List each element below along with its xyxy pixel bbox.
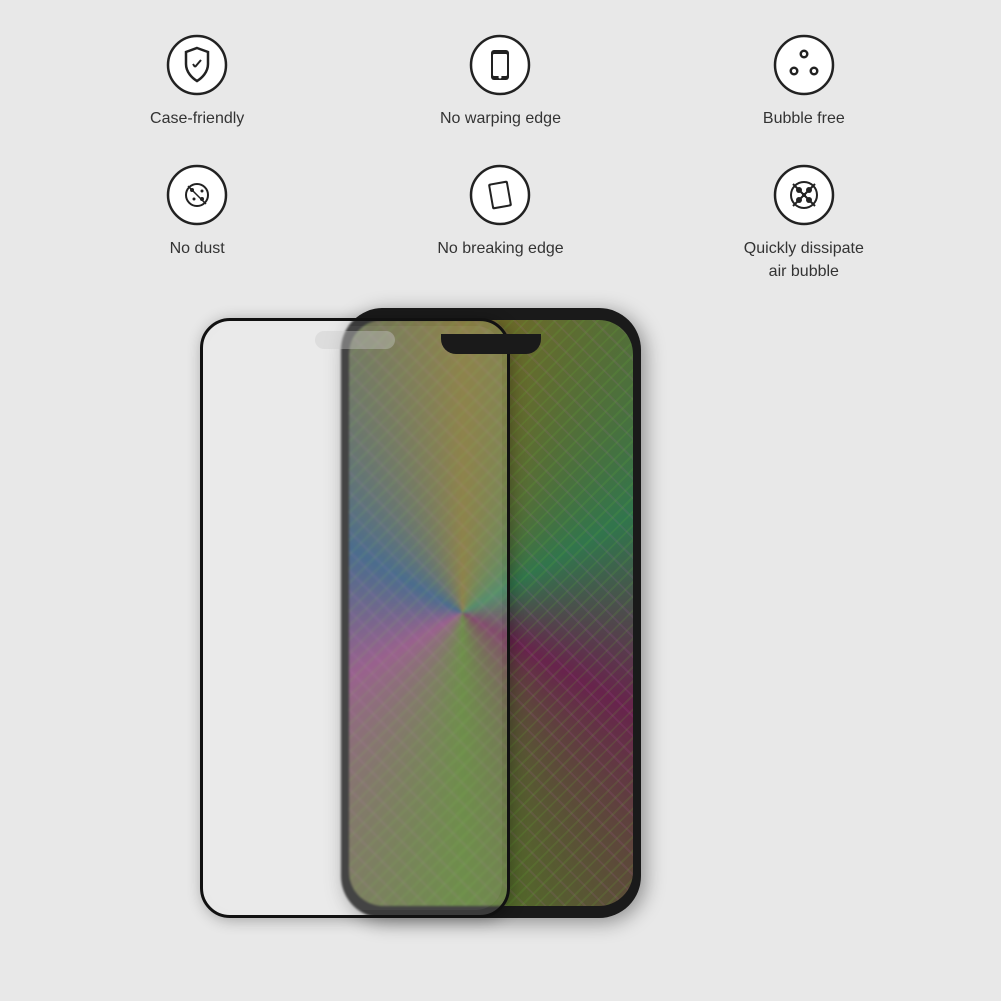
- feature-no-warping: No warping edge: [354, 20, 647, 140]
- protector-notch: [315, 331, 395, 349]
- feature-no-breaking-label: No breaking edge: [437, 238, 563, 260]
- phone-notch: [441, 334, 541, 354]
- no-warping-icon: [465, 30, 535, 100]
- case-friendly-icon: [162, 30, 232, 100]
- feature-bubble-free: Bubble free: [657, 20, 950, 140]
- protector-inner: [208, 326, 502, 910]
- dissipate-icon: [769, 160, 839, 230]
- feature-bubble-free-label: Bubble free: [763, 108, 845, 130]
- feature-no-dust: No dust: [51, 150, 344, 293]
- feature-no-dust-label: No dust: [170, 238, 225, 260]
- no-dust-icon: [162, 160, 232, 230]
- feature-quickly-dissipate: Quickly dissipateair bubble: [657, 150, 950, 293]
- feature-case-friendly: Case-friendly: [51, 20, 344, 140]
- product-image-section: [0, 308, 1001, 928]
- features-grid: Case-friendly No warping edge: [51, 20, 951, 293]
- feature-no-breaking: No breaking edge: [354, 150, 647, 293]
- bubble-free-icon: [769, 30, 839, 100]
- screen-protector: [200, 318, 510, 918]
- feature-dissipate-label: Quickly dissipateair bubble: [744, 238, 864, 283]
- no-breaking-icon: [465, 160, 535, 230]
- feature-case-friendly-label: Case-friendly: [150, 108, 244, 130]
- feature-no-warping-label: No warping edge: [440, 108, 561, 130]
